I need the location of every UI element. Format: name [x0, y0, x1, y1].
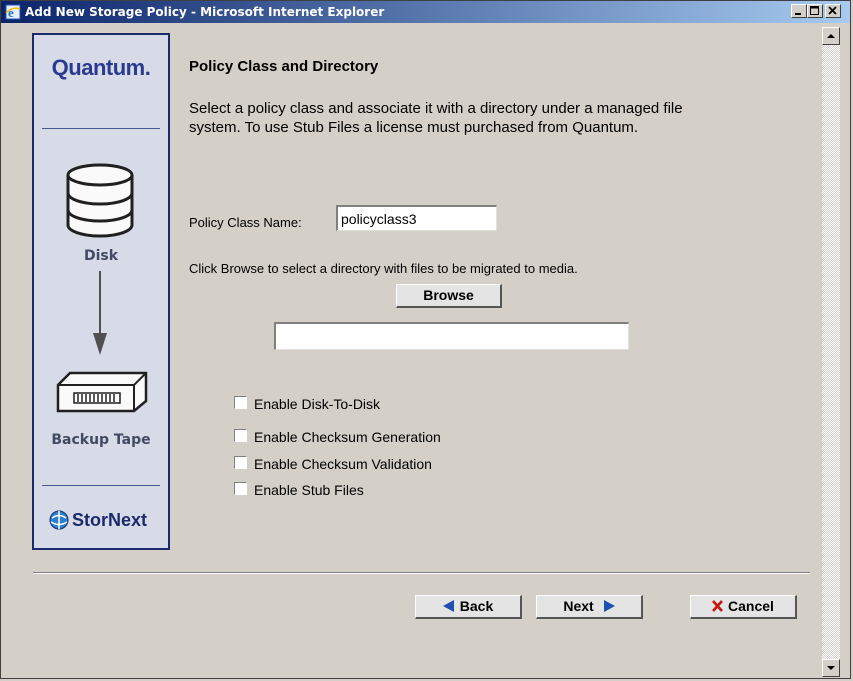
browser-window: e Add New Storage Policy - Microsoft Int… [0, 0, 851, 679]
disk-to-disk-checkbox[interactable] [234, 396, 247, 409]
svg-text:e: e [8, 5, 14, 20]
back-arrow-icon [442, 597, 454, 618]
policy-class-name-label: Policy Class Name: [189, 215, 302, 230]
checksum-validation-label: Enable Checksum Validation [254, 456, 432, 472]
backup-tape-label: Backup Tape [51, 432, 151, 448]
footer-divider [33, 572, 810, 574]
window-title: Add New Storage Policy - Microsoft Inter… [25, 5, 385, 19]
cancel-button-label: Cancel [728, 598, 774, 614]
cancel-button[interactable]: Cancel [690, 595, 797, 619]
stornext-logo: StorNext [72, 510, 148, 530]
checksum-generation-label: Enable Checksum Generation [254, 429, 441, 445]
policy-class-name-input[interactable] [336, 205, 497, 231]
close-button[interactable] [825, 4, 841, 18]
page-description: Select a policy class and associate it w… [189, 100, 683, 136]
vertical-scrollbar[interactable] [822, 27, 840, 677]
stub-files-label: Enable Stub Files [254, 482, 364, 498]
page-title: Policy Class and Directory [189, 58, 379, 75]
stornext-globe-icon [48, 509, 70, 536]
browse-button[interactable]: Browse [396, 284, 502, 308]
next-button[interactable]: Next [536, 595, 643, 619]
stub-files-checkbox[interactable] [234, 482, 247, 495]
cancel-x-icon [712, 597, 723, 618]
panel-divider [42, 485, 160, 486]
maximize-button[interactable] [807, 4, 823, 18]
checksum-generation-checkbox[interactable] [234, 429, 247, 442]
checksum-validation-checkbox[interactable] [234, 456, 247, 469]
title-bar[interactable]: e Add New Storage Policy - Microsoft Int… [1, 1, 850, 23]
directory-path-field[interactable] [274, 322, 629, 350]
internet-explorer-icon: e [5, 4, 21, 20]
browse-instruction: Click Browse to select a directory with … [189, 261, 578, 276]
scroll-up-button[interactable] [822, 27, 840, 45]
next-arrow-icon [603, 597, 615, 618]
panel-divider [42, 128, 160, 129]
wizard-side-panel: Quantum. Disk Backup Tape StorNext [32, 33, 170, 550]
back-button-label: Back [459, 598, 494, 614]
flow-arrow-icon [93, 271, 107, 360]
back-button[interactable]: Back [415, 595, 522, 619]
quantum-logo: Quantum. [51, 55, 151, 80]
scroll-down-button[interactable] [822, 659, 840, 677]
next-button-label: Next [563, 598, 594, 614]
minimize-button[interactable] [791, 4, 807, 18]
disk-label: Disk [83, 248, 119, 264]
disk-icon [65, 163, 135, 244]
tape-drive-icon [56, 371, 148, 418]
disk-to-disk-label: Enable Disk-To-Disk [254, 396, 381, 412]
